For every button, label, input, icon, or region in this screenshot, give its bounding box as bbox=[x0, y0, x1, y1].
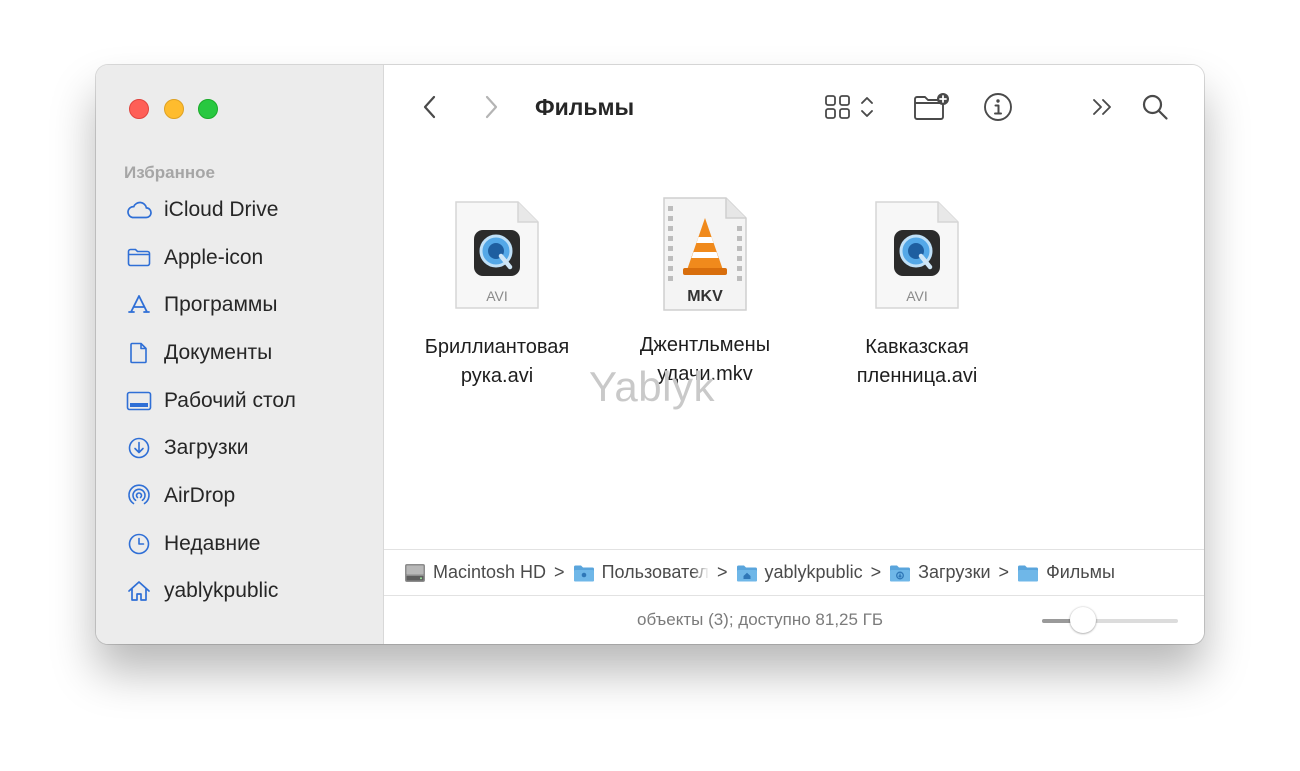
path-crumb-users[interactable]: Пользовател bbox=[573, 562, 709, 583]
search-button[interactable] bbox=[1140, 93, 1170, 125]
airdrop-icon bbox=[126, 484, 152, 507]
file-name-line: Бриллиантовая bbox=[424, 336, 570, 358]
file-type-badge: MKV bbox=[687, 288, 723, 305]
path-crumb-downloads[interactable]: Загрузки bbox=[889, 562, 991, 583]
path-separator: > bbox=[870, 562, 882, 582]
sidebar-item-apple-icon[interactable]: Apple-icon bbox=[96, 234, 383, 282]
sidebar: Избранное iCloud Drive Apple-icon Програ… bbox=[96, 65, 384, 644]
path-separator: > bbox=[998, 562, 1010, 582]
applications-icon bbox=[126, 294, 152, 316]
chevron-right-icon bbox=[484, 95, 498, 124]
search-icon bbox=[1141, 93, 1169, 126]
hard-drive-icon bbox=[404, 563, 426, 583]
toolbar: Фильмы bbox=[384, 65, 1204, 153]
cloud-icon bbox=[126, 199, 152, 221]
watermark: Yablyk bbox=[589, 363, 715, 410]
sidebar-item-label: AirDrop bbox=[164, 483, 236, 507]
file-name: Кавказская пленница.avi bbox=[822, 333, 1012, 391]
sidebar-item-airdrop[interactable]: AirDrop bbox=[96, 472, 383, 520]
path-separator: > bbox=[554, 562, 565, 582]
sidebar-item-documents[interactable]: Документы bbox=[96, 329, 383, 377]
sidebar-item-label: iCloud Drive bbox=[164, 197, 279, 221]
file-type-badge: AVI bbox=[486, 288, 508, 304]
finder-window: Избранное iCloud Drive Apple-icon Програ… bbox=[96, 65, 1204, 644]
folder-icon bbox=[1017, 564, 1039, 582]
view-mode-button[interactable] bbox=[818, 94, 880, 125]
icon-size-slider[interactable] bbox=[1042, 619, 1178, 623]
status-text: объекты (3); доступно 81,25 ГБ bbox=[637, 610, 884, 629]
sidebar-item-home[interactable]: yablykpublic bbox=[96, 568, 383, 616]
home-icon bbox=[126, 580, 152, 602]
info-icon bbox=[983, 92, 1013, 127]
sidebar-item-label: Загрузки bbox=[164, 436, 249, 460]
downloads-folder-icon bbox=[889, 564, 911, 582]
sidebar-item-applications[interactable]: Программы bbox=[96, 281, 383, 329]
info-button[interactable] bbox=[982, 92, 1014, 127]
chevron-left-icon bbox=[423, 95, 437, 124]
path-crumb-label: Загрузки bbox=[918, 562, 991, 582]
sidebar-item-downloads[interactable]: Загрузки bbox=[96, 424, 383, 472]
path-crumb-label: Пользовател bbox=[601, 562, 709, 582]
sidebar-item-label: Программы bbox=[164, 293, 278, 317]
path-crumb-label: Macintosh HD bbox=[433, 562, 547, 582]
file-name-line: Кавказская bbox=[865, 336, 969, 358]
more-toolbar-button[interactable] bbox=[1090, 95, 1116, 123]
close-button[interactable] bbox=[129, 99, 149, 119]
sidebar-item-label: Apple-icon bbox=[164, 245, 264, 269]
users-folder-icon bbox=[573, 564, 595, 582]
file-name-line: Джентльмены bbox=[639, 334, 771, 356]
forward-button[interactable] bbox=[481, 95, 501, 123]
path-crumb-label: Фильмы bbox=[1046, 562, 1115, 582]
sidebar-item-label: yablykpublic bbox=[164, 579, 279, 603]
path-crumb-home[interactable]: yablykpublic bbox=[736, 562, 863, 583]
file-item[interactable]: MKV Джентльмены удачи.mkv bbox=[610, 196, 800, 389]
home-folder-icon bbox=[736, 564, 758, 582]
file-name-line: пленница.avi bbox=[856, 365, 978, 387]
sidebar-item-desktop[interactable]: Рабочий стол bbox=[96, 377, 383, 425]
path-separator: > bbox=[717, 562, 728, 582]
back-button[interactable] bbox=[420, 95, 440, 123]
sidebar-item-recents[interactable]: Недавние bbox=[96, 520, 383, 568]
downloads-icon bbox=[126, 437, 152, 459]
window-title: Фильмы bbox=[535, 94, 635, 120]
sidebar-item-label: Недавние bbox=[164, 531, 261, 555]
file-name-line: рука.avi bbox=[460, 365, 534, 387]
slider-knob[interactable] bbox=[1069, 607, 1096, 633]
sidebar-item-label: Рабочий стол bbox=[164, 388, 296, 412]
desktop-icon bbox=[126, 390, 152, 412]
path-bar: Macintosh HD > Пользовател > yablykpubli… bbox=[384, 549, 1204, 596]
sidebar-list: iCloud Drive Apple-icon Программы Докуме… bbox=[96, 186, 383, 615]
sidebar-item-label: Документы bbox=[164, 340, 273, 364]
double-chevron-right-icon bbox=[1091, 97, 1115, 122]
clock-icon bbox=[126, 533, 152, 555]
document-icon bbox=[126, 342, 152, 364]
status-bar: объекты (3); доступно 81,25 ГБ bbox=[384, 597, 1204, 644]
zoom-button[interactable] bbox=[198, 99, 218, 119]
path-crumb-label: yablykpublic bbox=[764, 562, 863, 582]
new-folder-icon bbox=[912, 92, 952, 127]
new-folder-button[interactable] bbox=[912, 92, 952, 127]
sidebar-item-icloud-drive[interactable]: iCloud Drive bbox=[96, 186, 383, 234]
folder-icon bbox=[126, 247, 152, 269]
path-crumb-macintosh-hd[interactable]: Macintosh HD bbox=[404, 562, 546, 583]
file-name: Бриллиантовая рука.avi bbox=[402, 333, 592, 391]
file-item[interactable]: AVI Кавказская пленница.avi bbox=[822, 199, 1012, 391]
file-type-badge: AVI bbox=[906, 288, 928, 304]
minimize-button[interactable] bbox=[164, 99, 184, 119]
file-item[interactable]: AVI Бриллиантовая рука.avi bbox=[402, 199, 592, 391]
main-pane: Фильмы AVI Бриллиантовая рука.avi MKV Дж… bbox=[384, 65, 1204, 644]
sidebar-heading-favorites: Избранное bbox=[124, 163, 215, 182]
grid-view-icon bbox=[824, 94, 852, 125]
path-crumb-movies[interactable]: Фильмы bbox=[1017, 562, 1115, 583]
chevron-updown-icon bbox=[860, 94, 874, 125]
